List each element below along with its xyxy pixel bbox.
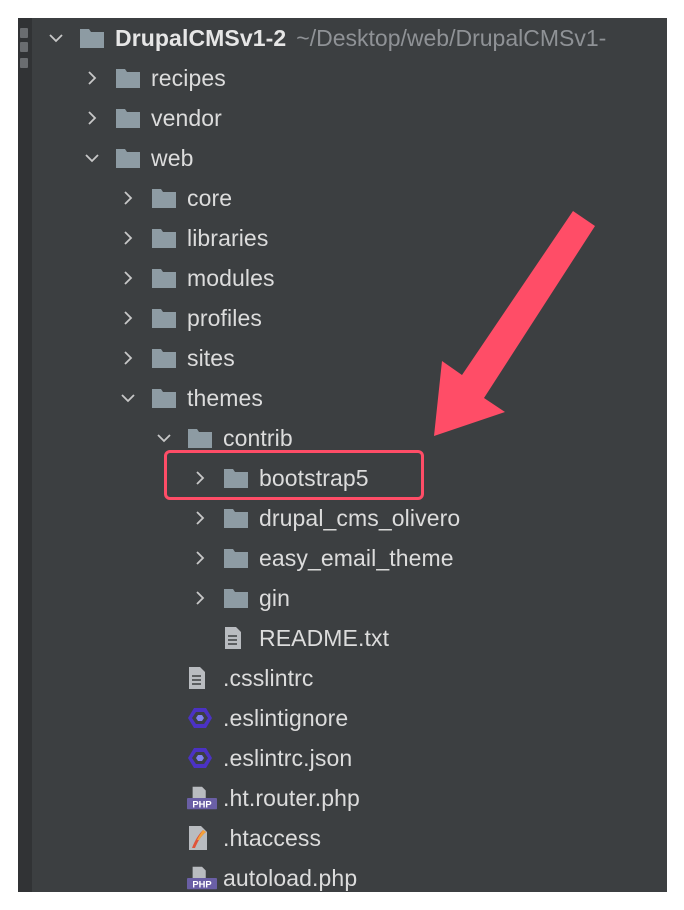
project-panel: DrupalCMSv1-2 ~/Desktop/web/DrupalCMSv1-… (18, 18, 667, 892)
annotation-arrow (434, 211, 595, 436)
